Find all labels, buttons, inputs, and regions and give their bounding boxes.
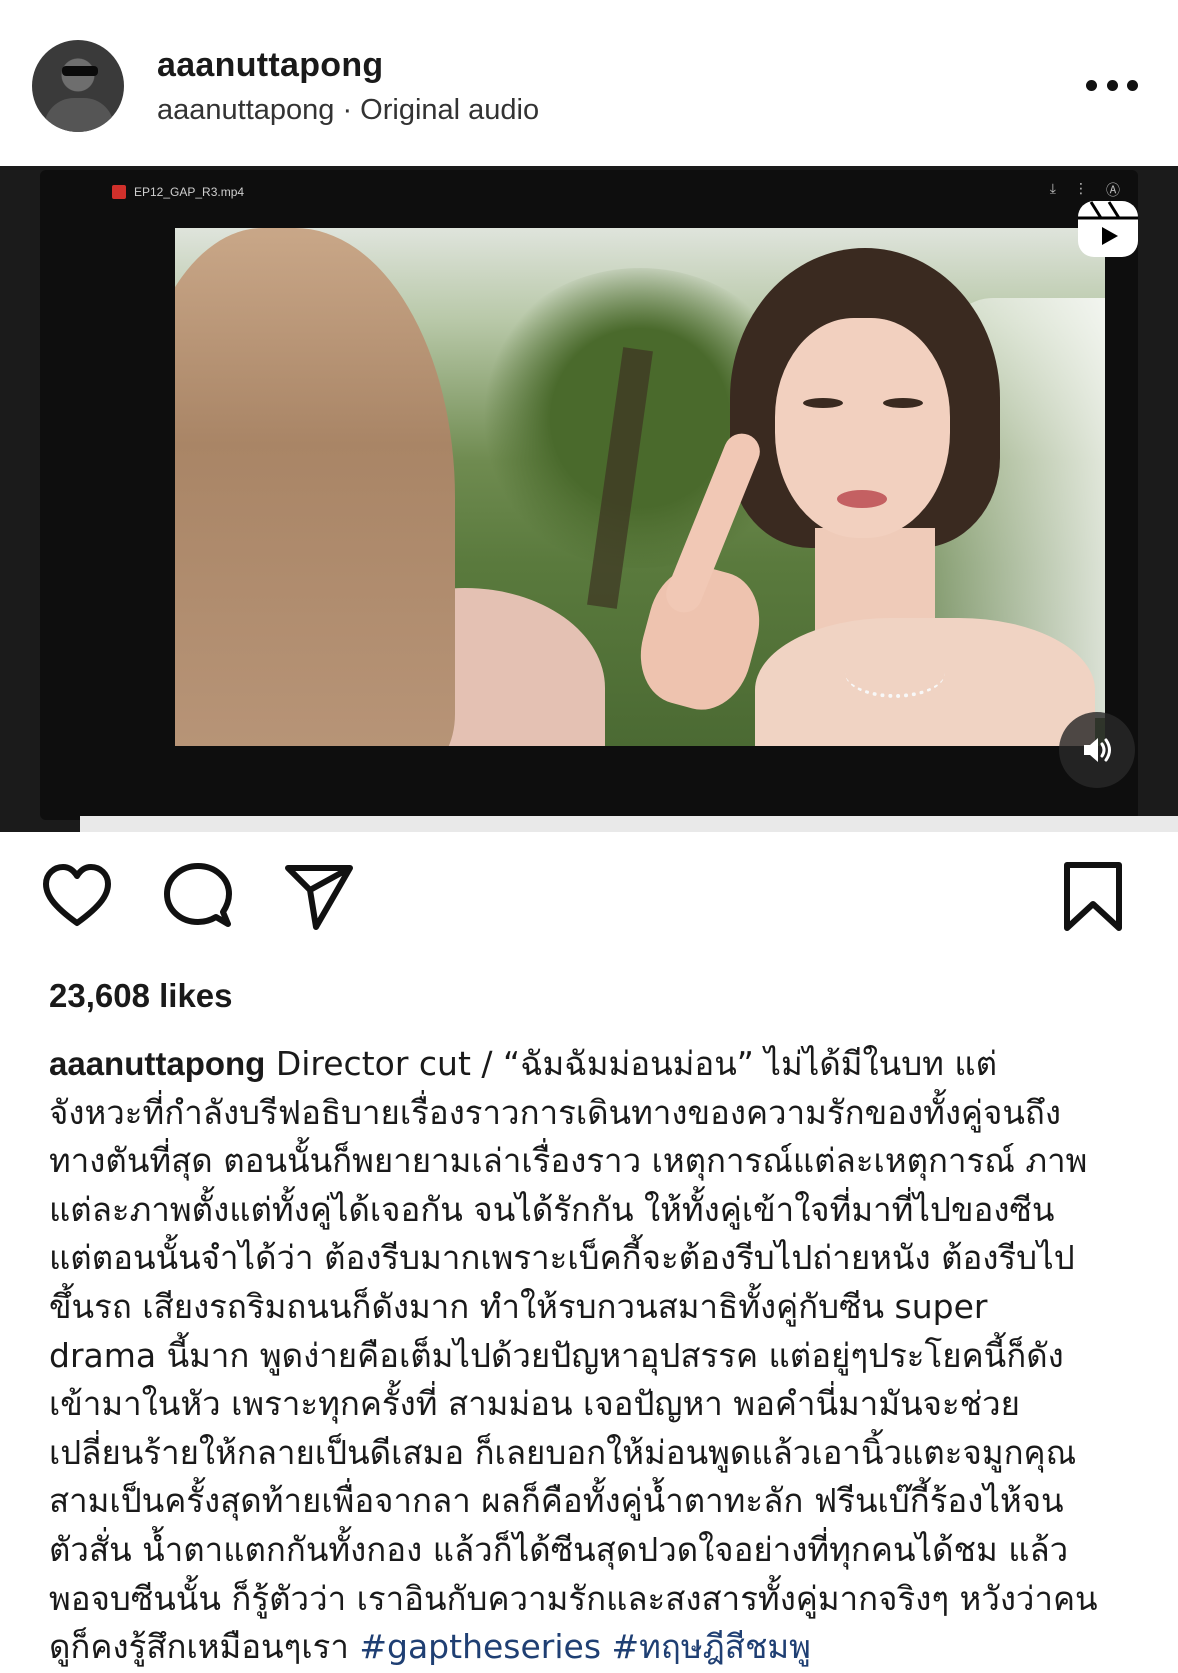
avatar[interactable] xyxy=(32,40,124,132)
caption-line: drama นี้มาก พูดง่ายคือเต็มไปด้วยปัญหาอุ… xyxy=(49,1335,1064,1375)
post-header: aaanuttapong aaanuttapong · Original aud… xyxy=(0,0,1178,166)
bride-eye xyxy=(883,398,923,408)
caption-line: ขึ้นรถ เสียงรถริมถนนก็ดังมาก ทำให้รบกวนส… xyxy=(49,1286,988,1326)
caption-line: สามเป็นครั้งสุดท้ายเพื่อจากลา ผลก็คือทั้… xyxy=(49,1481,1064,1521)
avatar-sunglasses xyxy=(62,66,98,76)
caption-text: Director cut / “ฉัมฉัมม่อนม่อน” ไม่ได้มี… xyxy=(265,1044,998,1083)
hashtag-link[interactable]: #gaptheseries xyxy=(359,1627,601,1666)
caption-line: เปลี่ยนร้ายให้กลายเป็นดีเสมอ ก็เลยบอกให้… xyxy=(49,1432,1077,1472)
caption-line: ทางตันที่สุด ตอนนั้นก็พยายามเล่าเรื่องรา… xyxy=(49,1141,1088,1181)
comment-icon[interactable] xyxy=(161,860,235,934)
video-frame xyxy=(175,228,1105,746)
action-bar xyxy=(0,860,1178,950)
sound-toggle-button[interactable] xyxy=(1059,712,1135,788)
video-file-icon xyxy=(112,185,126,199)
necklace xyxy=(845,648,945,698)
caption-text: ดูก็คงรู้สึกเหมือนๆเรา xyxy=(49,1627,360,1667)
post-username[interactable]: aaanuttapong xyxy=(157,46,384,85)
more-options-button[interactable] xyxy=(1086,70,1138,100)
more-dot-icon xyxy=(1106,79,1118,91)
caption-line: จังหวะที่กำลังบรีฟอธิบายเรื่องราวการเดิน… xyxy=(49,1092,1061,1132)
heart-icon[interactable] xyxy=(40,860,114,934)
monitor-frame: EP12_GAP_R3.mp4 ⤓ ⋮ Ⓐ xyxy=(40,170,1138,820)
bride-eye xyxy=(803,398,843,408)
foreground-hair xyxy=(175,228,455,746)
reel-video[interactable]: EP12_GAP_R3.mp4 ⤓ ⋮ Ⓐ xyxy=(0,166,1178,832)
desk-strip xyxy=(80,816,1178,832)
more-dot-icon xyxy=(1086,79,1097,91)
file-name: EP12_GAP_R3.mp4 xyxy=(134,185,245,199)
reels-icon[interactable] xyxy=(1075,196,1141,262)
like-count[interactable]: 23,608 likes xyxy=(49,977,233,1015)
caption-username[interactable]: aaanuttapong xyxy=(49,1045,265,1082)
caption-line: ตัวสั่น น้ำตาแตกกันทั้งกอง แล้วก็ได้ซีนส… xyxy=(49,1529,1069,1569)
caption-line: ดูก็คงรู้สึกเหมือนๆเรา #gaptheseries #ทฤ… xyxy=(49,1623,1149,1672)
hashtag-link[interactable]: #ทฤษฎีสีชมพู xyxy=(612,1627,811,1666)
download-icon: ⤓ xyxy=(1049,180,1056,196)
bookmark-icon[interactable] xyxy=(1056,860,1130,934)
audio-subline[interactable]: aaanuttapong · Original audio xyxy=(157,94,539,127)
caption-line: แต่ละภาพตั้งแต่ทั้งคู่ได้เจอกัน จนได้รัก… xyxy=(49,1189,1055,1229)
caption-line: aaanuttapong Director cut / “ฉัมฉัมม่อนม… xyxy=(49,1040,1149,1089)
share-icon[interactable] xyxy=(282,860,356,934)
caption-line: พอจบซีนนั้น ก็รู้ตัวว่า เราอินกับความรัก… xyxy=(49,1578,1098,1618)
speaker-icon xyxy=(1084,738,1111,762)
caption-line: แต่ตอนนั้นจำได้ว่า ต้องรีบมากเพราะเบ็คกี… xyxy=(49,1238,1075,1278)
caption: aaanuttapong Director cut / “ฉัมฉัมม่อนม… xyxy=(49,1040,1149,1672)
more-dot-icon xyxy=(1127,79,1138,91)
file-bar: EP12_GAP_R3.mp4 xyxy=(112,182,244,202)
avatar-shirt xyxy=(44,98,114,132)
bride-lips xyxy=(837,490,887,508)
caption-line: เข้ามาในหัว เพราะทุกครั้งที่ สามม่อน เจอ… xyxy=(49,1384,1020,1424)
